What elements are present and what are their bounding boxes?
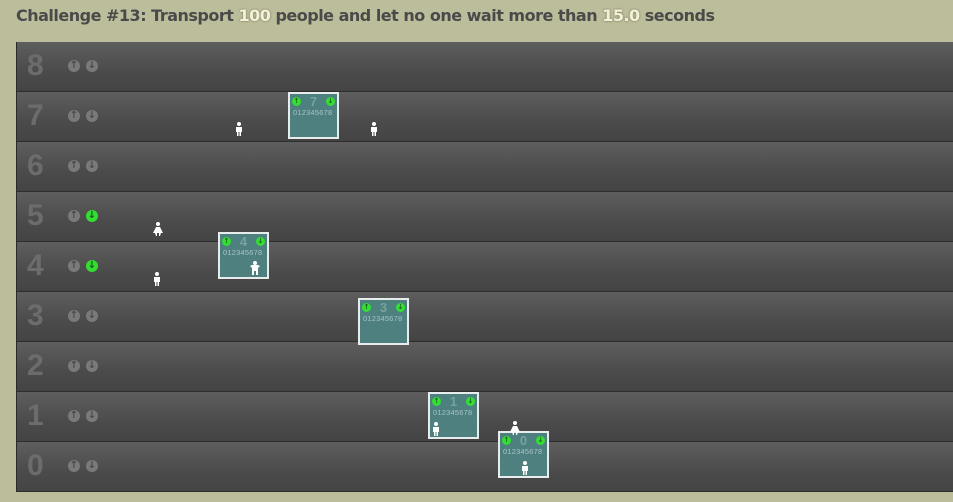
floor-number: 8 <box>27 49 44 82</box>
down-indicator-icon: ↓ <box>326 97 335 106</box>
down-indicator-icon: ↓ <box>396 303 405 312</box>
elevator-car: ↑ 7 ↓ 012345678 <box>288 92 339 139</box>
down-indicator-icon: ↓ <box>536 436 545 445</box>
challenge-count: 100 <box>238 6 271 25</box>
floor-0: 0 ↑ ↓ <box>17 442 953 492</box>
up-button[interactable]: ↑ <box>68 110 80 122</box>
person-icon <box>510 421 520 435</box>
person-icon <box>371 122 377 136</box>
down-indicator-icon: ↓ <box>256 237 265 246</box>
person-icon <box>236 122 242 136</box>
up-button[interactable]: ↑ <box>68 460 80 472</box>
elevator-car: ↑ 1 ↓ 012345678 <box>428 392 479 439</box>
challenge-middle: people and let no one wait more than <box>270 6 603 25</box>
floor-1: 1 ↑ ↓ <box>17 392 953 442</box>
up-button[interactable]: ↑ <box>68 60 80 72</box>
floor-number: 3 <box>27 299 44 332</box>
elevator-car: ↑ 4 ↓ 012345678 <box>218 232 269 279</box>
down-button[interactable]: ↓ <box>86 210 98 222</box>
person-icon <box>250 261 260 275</box>
up-button[interactable]: ↑ <box>68 410 80 422</box>
floor-buttons: 012345678 <box>293 108 333 117</box>
up-button[interactable]: ↑ <box>68 210 80 222</box>
floor-number: 0 <box>27 449 44 482</box>
floor-number: 1 <box>27 399 44 432</box>
down-button[interactable]: ↓ <box>86 310 98 322</box>
challenge-prefix: Challenge #13: Transport <box>16 6 239 25</box>
challenge-seconds: 15.0 <box>602 6 640 25</box>
floor-number: 2 <box>27 349 44 382</box>
person-icon <box>154 272 160 286</box>
challenge-title: Challenge #13: Transport 100 people and … <box>16 6 715 25</box>
down-button[interactable]: ↓ <box>86 460 98 472</box>
person-icon <box>433 422 439 436</box>
floor-8: 8 ↑ ↓ <box>17 42 953 92</box>
floor-number: 7 <box>27 99 44 132</box>
floor-buttons: 012345678 <box>433 408 473 417</box>
person-icon <box>153 222 163 236</box>
up-button[interactable]: ↑ <box>68 160 80 172</box>
floor-buttons: 012345678 <box>223 248 263 257</box>
floor-number: 4 <box>27 249 44 282</box>
building: 8 ↑ ↓ 7 ↑ ↓ 6 ↑ ↓ 5 ↑ ↓ 4 ↑ ↓ 3 ↑ ↓ 2 ↑ … <box>16 42 953 492</box>
floor-7: 7 ↑ ↓ <box>17 92 953 142</box>
floor-3: 3 ↑ ↓ <box>17 292 953 342</box>
down-button[interactable]: ↓ <box>86 360 98 372</box>
floor-number: 6 <box>27 149 44 182</box>
floor-6: 6 ↑ ↓ <box>17 142 953 192</box>
down-button[interactable]: ↓ <box>86 260 98 272</box>
up-button[interactable]: ↑ <box>68 360 80 372</box>
floor-2: 2 ↑ ↓ <box>17 342 953 392</box>
elevator-car: ↑ 3 ↓ 012345678 <box>358 298 409 345</box>
down-button[interactable]: ↓ <box>86 60 98 72</box>
floor-number: 5 <box>27 199 44 232</box>
down-indicator-icon: ↓ <box>466 397 475 406</box>
elevator-car: ↑ 0 ↓ 012345678 <box>498 431 549 478</box>
floor-buttons: 012345678 <box>363 314 403 323</box>
person-icon <box>522 461 528 475</box>
up-button[interactable]: ↑ <box>68 260 80 272</box>
down-button[interactable]: ↓ <box>86 160 98 172</box>
up-button[interactable]: ↑ <box>68 310 80 322</box>
challenge-suffix: seconds <box>639 6 715 25</box>
floor-buttons: 012345678 <box>503 447 543 456</box>
down-button[interactable]: ↓ <box>86 410 98 422</box>
down-button[interactable]: ↓ <box>86 110 98 122</box>
